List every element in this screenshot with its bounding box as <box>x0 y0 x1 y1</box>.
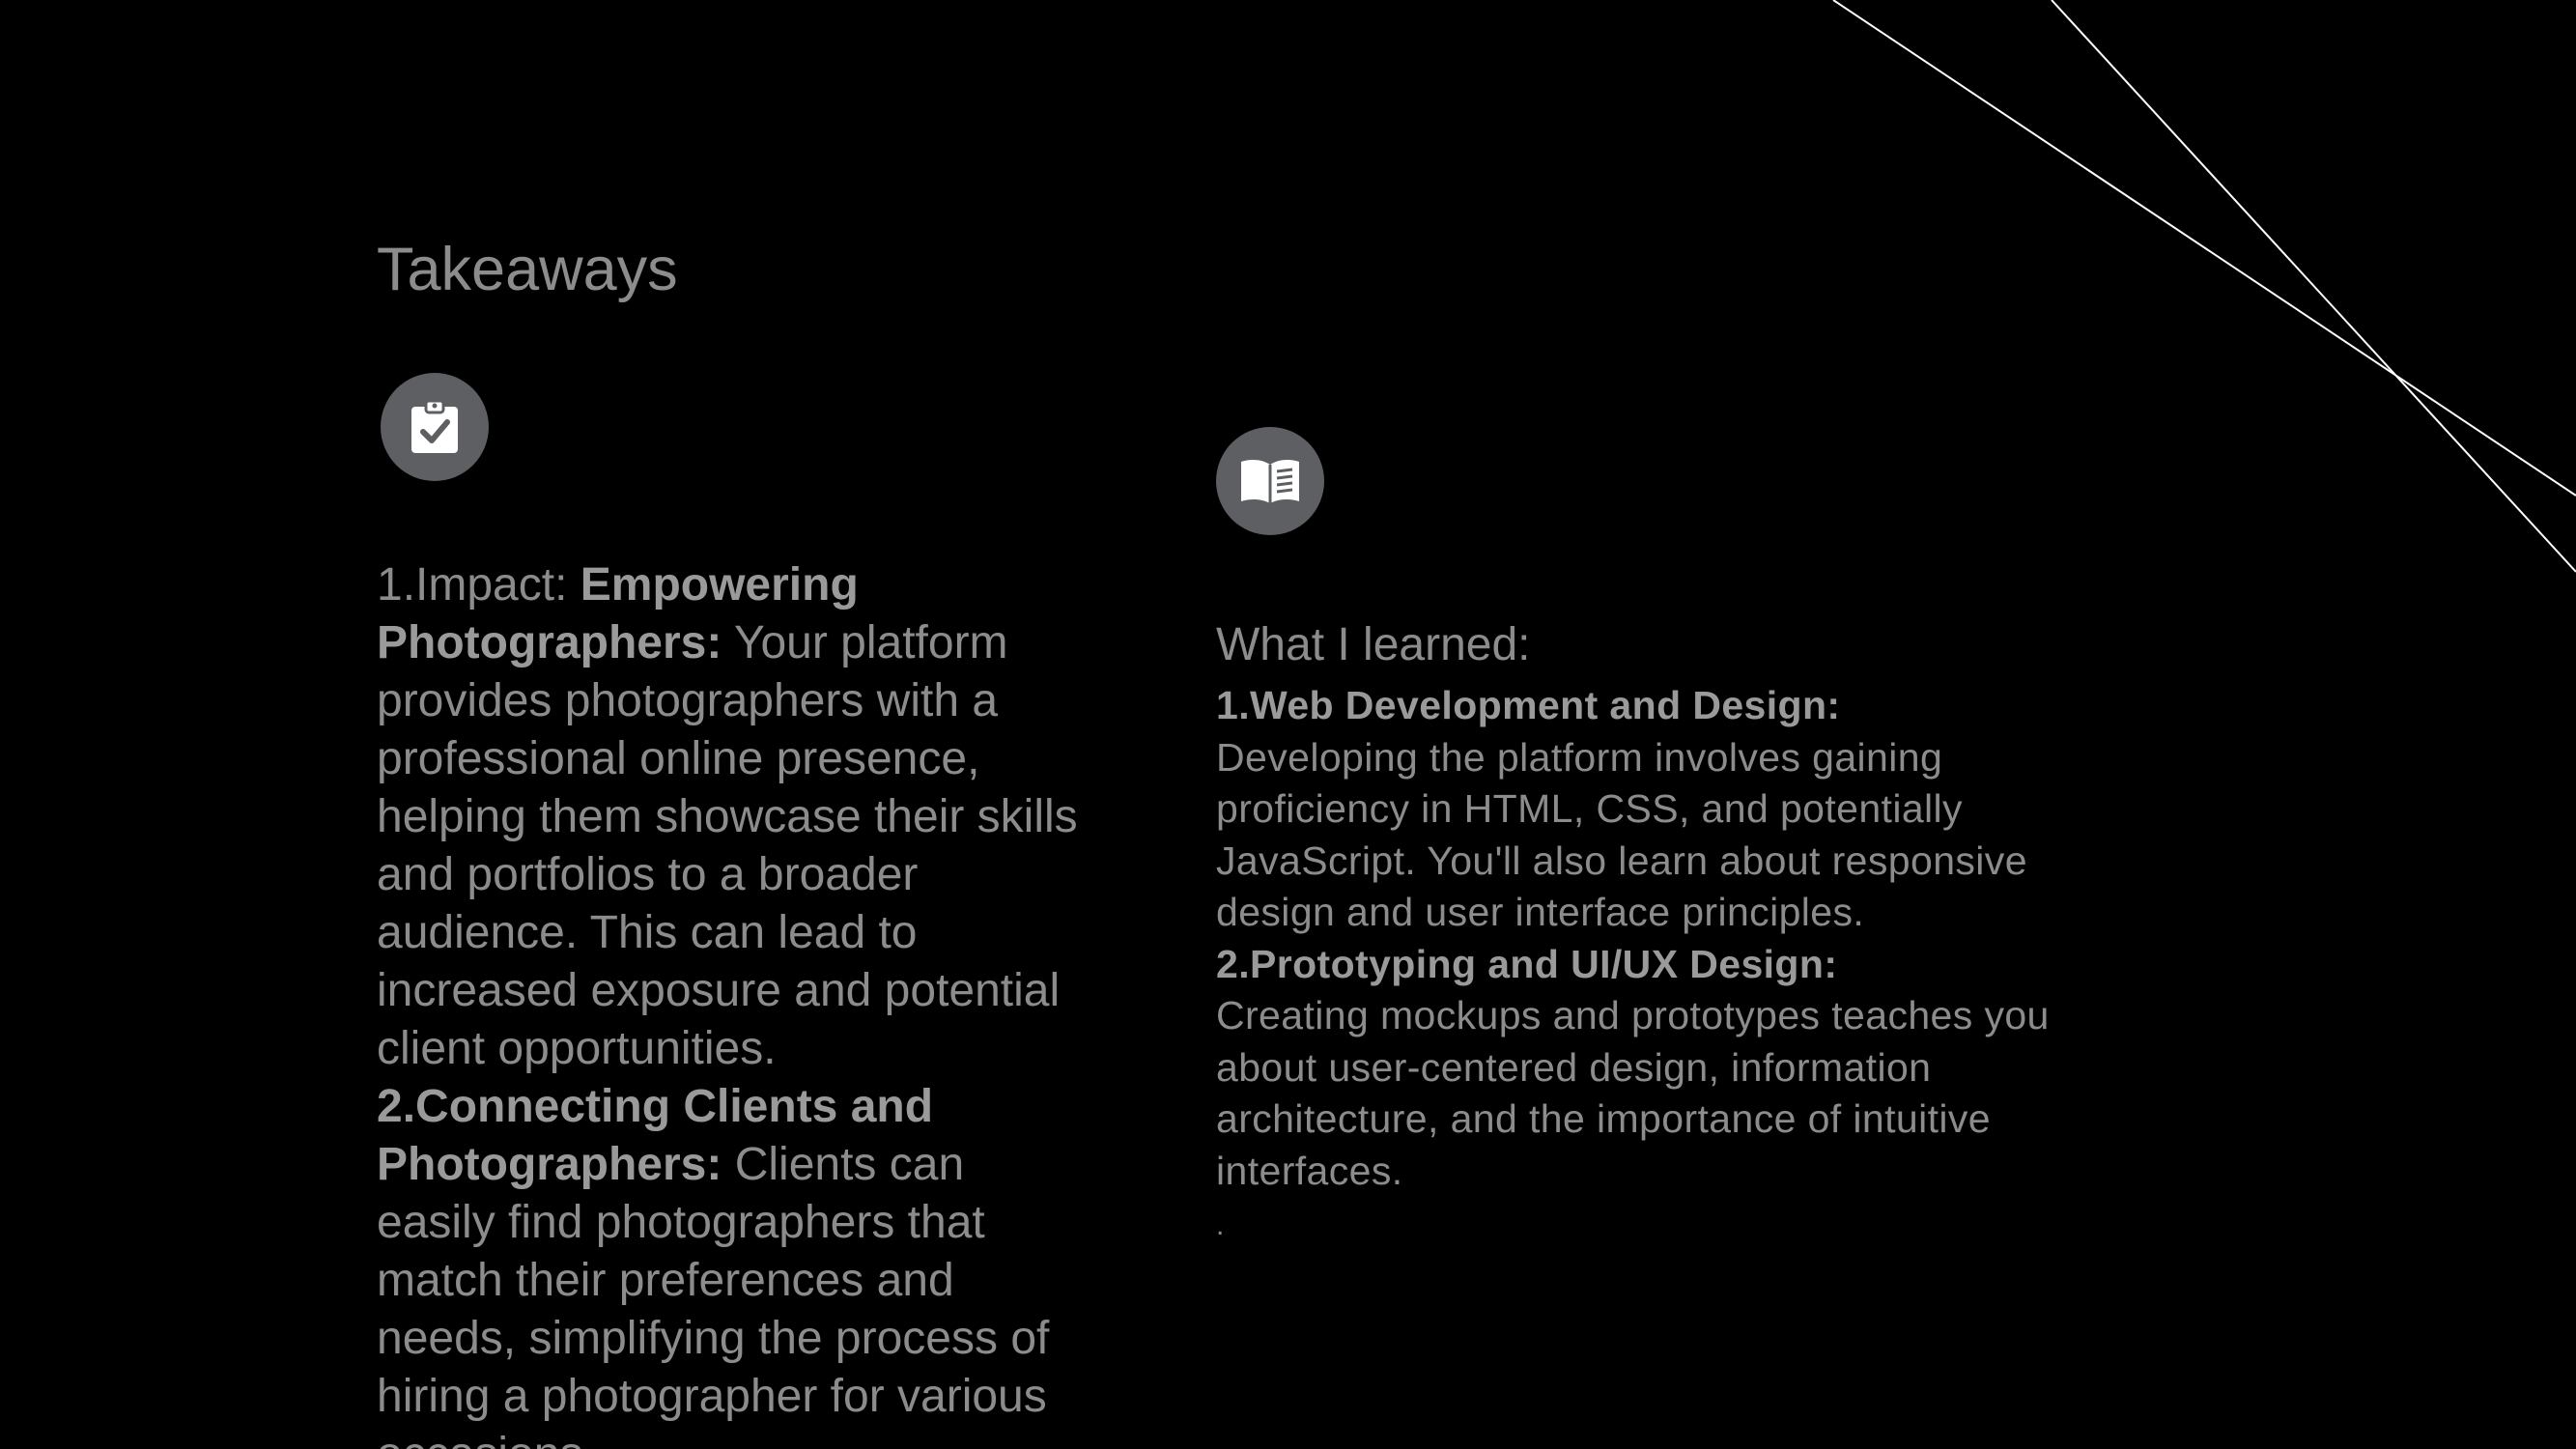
connecting-item: 2.Connecting Clients and Photographers: … <box>377 1078 1091 1449</box>
learned-item-text: Developing the platform involves gaining… <box>1216 734 2027 935</box>
impact-item-text: Your platform provides photographers wit… <box>377 617 1078 1074</box>
learned-item-title: 1.Web Development and Design: <box>1216 683 1841 727</box>
slide-title: Takeaways <box>377 236 678 303</box>
deco-line <box>1832 0 2576 497</box>
open-book-icon <box>1216 427 1324 535</box>
deco-line <box>2051 0 2576 573</box>
learned-item-heading: 2.Prototyping and UI/UX Design: <box>1216 939 2066 991</box>
what-i-learned-heading: What I learned: <box>1216 619 1531 670</box>
impact-item-prefix: 1.Impact: <box>377 559 580 611</box>
what-i-learned-column: What I learned: 1.Web Development and De… <box>1216 616 2066 1255</box>
takeaways-impact-column: 1.Impact: Empowering Photographers: Your… <box>377 556 1091 1449</box>
slide: Takeaways 1.Impact: Empowering Photograp… <box>0 0 2576 1449</box>
learned-item-text: Creating mockups and prototypes teaches … <box>1216 993 2050 1193</box>
learned-item-title: 2.Prototyping and UI/UX Design: <box>1216 941 1838 986</box>
learned-list: 1.Web Development and Design: Developing… <box>1216 680 2066 1197</box>
trailing-period: . <box>1216 1209 1225 1241</box>
learned-item-heading: 1.Web Development and Design: <box>1216 680 2066 732</box>
impact-item: 1.Impact: Empowering Photographers: Your… <box>377 556 1091 1078</box>
clipboard-check-icon <box>381 373 489 481</box>
